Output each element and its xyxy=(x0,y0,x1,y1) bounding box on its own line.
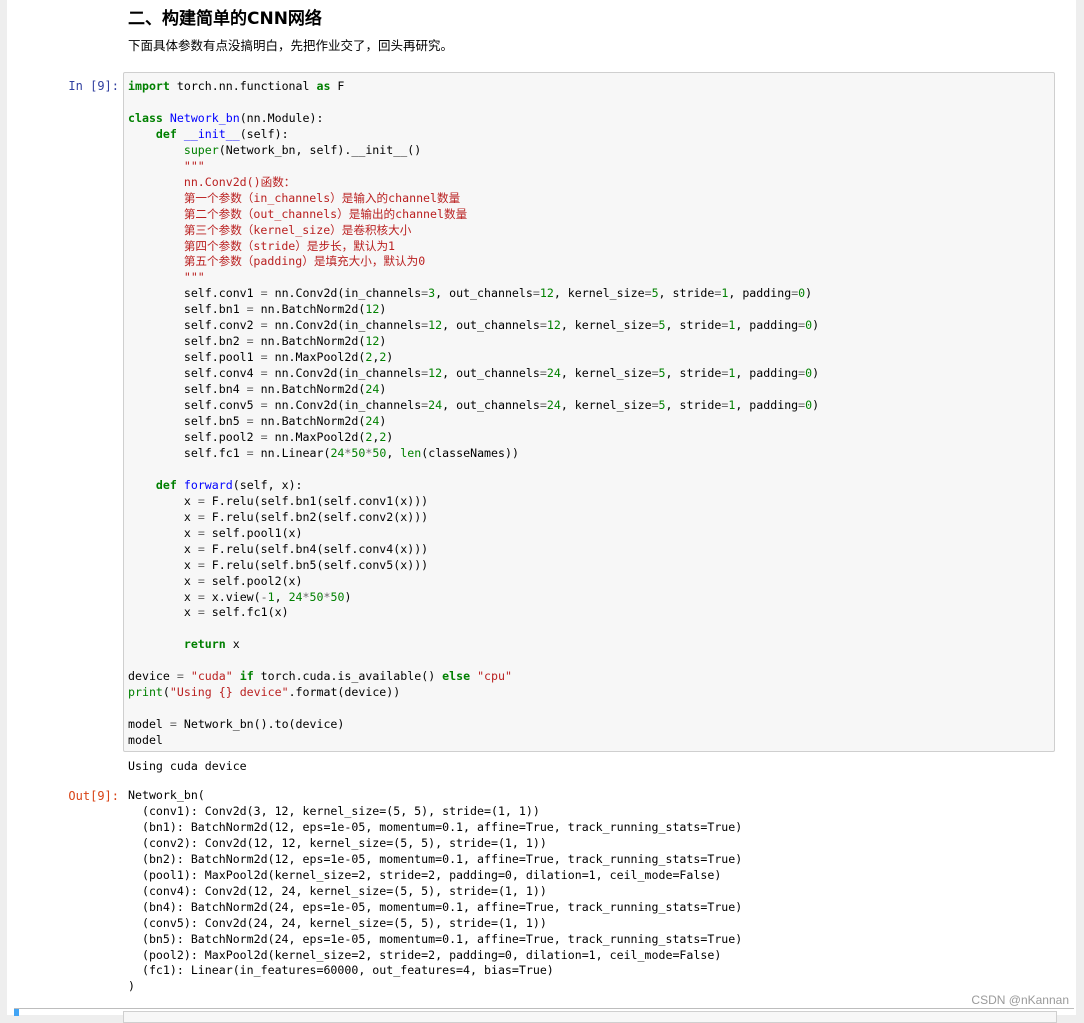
markdown-paragraph: 下面具体参数有点没搞明白，先把作业交了，回头再研究。 xyxy=(128,38,454,53)
stdout-output: Using cuda device xyxy=(128,759,247,773)
code-cell-input[interactable]: import torch.nn.functional as F class Ne… xyxy=(123,72,1055,752)
output-prompt: Out[9]: xyxy=(68,789,119,803)
watermark: CSDN @nKannan xyxy=(971,993,1069,1007)
input-prompt: In [9]: xyxy=(68,79,119,93)
section-heading: 二、构建简单的CNN网络 xyxy=(128,9,322,29)
cell-result-output: Network_bn( (conv1): Conv2d(3, 12, kerne… xyxy=(128,788,743,994)
notebook-container: 二、构建简单的CNN网络 下面具体参数有点没搞明白，先把作业交了，回头再研究。 … xyxy=(7,0,1076,1023)
code-editor[interactable]: import torch.nn.functional as F class Ne… xyxy=(128,79,819,749)
